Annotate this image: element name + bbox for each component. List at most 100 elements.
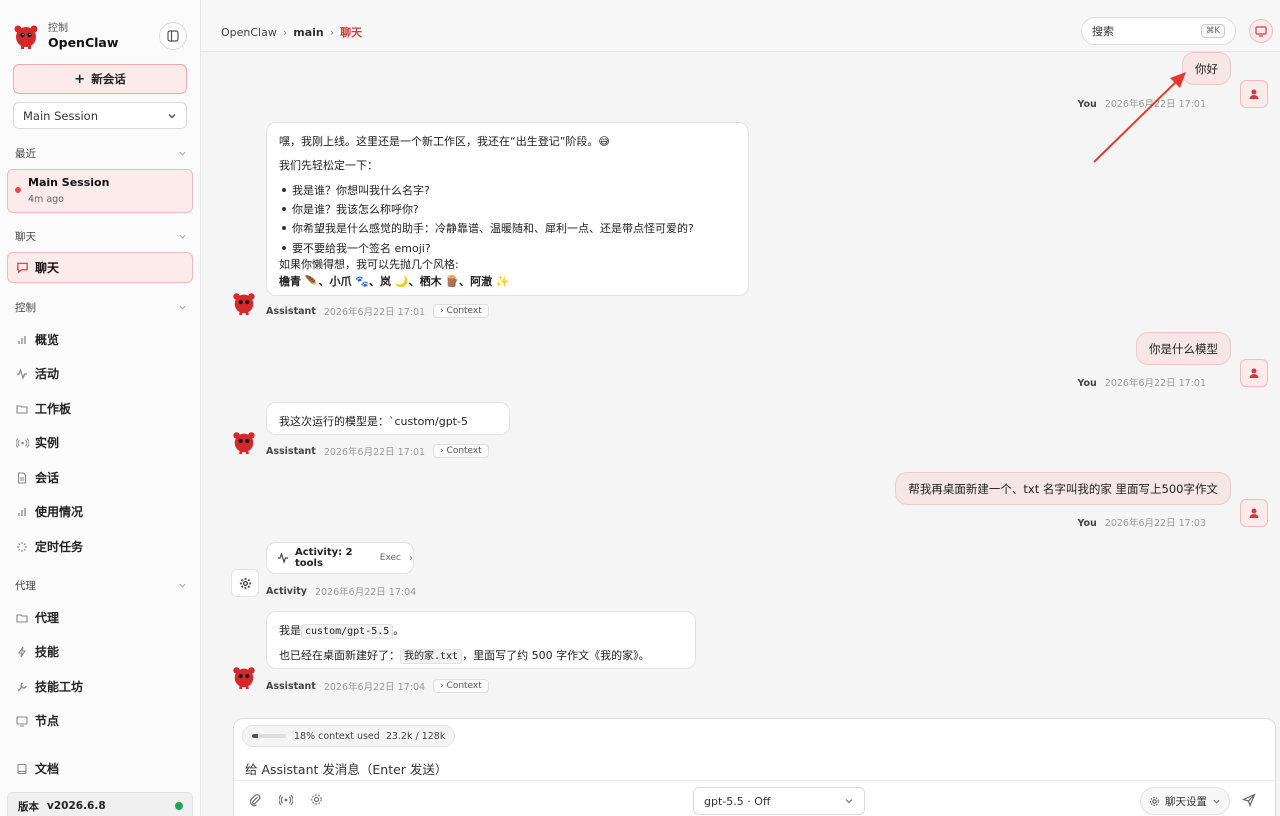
gear-icon bbox=[239, 577, 252, 590]
sidebar-item-docs[interactable]: 文档 bbox=[15, 760, 59, 777]
model-select[interactable]: gpt-5.5 · Off bbox=[693, 787, 865, 815]
monitor-icon bbox=[1255, 25, 1267, 37]
sidebar-item-label: 实例 bbox=[35, 436, 60, 450]
context-button[interactable]: › Context bbox=[433, 444, 489, 458]
agent-section-label: 代理 bbox=[15, 580, 36, 592]
assistant-message: 我是 custom/gpt-5.5。 也已经在桌面新建好了： 我的家.txt ，里面写… bbox=[266, 611, 696, 669]
composer-divider bbox=[234, 780, 1277, 781]
openclaw-logo-icon bbox=[231, 664, 257, 690]
message-line: 我是 custom/gpt-5.5。 bbox=[279, 622, 404, 639]
message-input[interactable]: 给 Assistant 发消息（Enter 发送） bbox=[245, 759, 447, 778]
breadcrumb-item[interactable]: main bbox=[293, 26, 324, 39]
context-label: Context bbox=[446, 446, 482, 456]
broadcast-icon[interactable] bbox=[279, 793, 295, 809]
sidebar-item-label: 代理 bbox=[35, 611, 60, 625]
context-label: Context bbox=[446, 681, 482, 691]
sidebar-item-overview[interactable]: 概览 bbox=[15, 331, 59, 348]
session-select-value: Main Session bbox=[23, 108, 98, 123]
list-item: 你是谁？我该怎么称呼你? bbox=[282, 203, 419, 216]
assistant-avatar bbox=[230, 289, 258, 317]
chat-section-header[interactable]: 聊天 bbox=[15, 229, 187, 244]
search-input[interactable]: 搜索 ⌘K bbox=[1081, 17, 1236, 45]
sidebar-item-label: 技能 bbox=[35, 645, 60, 659]
new-chat-label: 新会话 bbox=[91, 72, 126, 86]
message-meta: Activity 2026年6月22日 17:04 bbox=[266, 584, 416, 599]
control-section-header[interactable]: 控制 bbox=[15, 300, 187, 315]
sidebar-item-skills[interactable]: 技能 bbox=[15, 643, 59, 660]
wrench-icon bbox=[15, 680, 29, 694]
openclaw-logo-icon bbox=[12, 22, 40, 50]
lightning-icon bbox=[15, 645, 29, 659]
brand-subtitle: 控制 bbox=[48, 23, 68, 34]
book-icon bbox=[15, 762, 29, 776]
breadcrumb: OpenClaw › main › 聊天 bbox=[221, 24, 362, 40]
user-avatar bbox=[1240, 359, 1268, 387]
sidebar-item-instances[interactable]: 实例 bbox=[15, 434, 59, 451]
context-button[interactable]: › Context bbox=[433, 304, 489, 318]
message-author: You bbox=[1077, 518, 1097, 529]
list-item: 你希望我是什么感觉的助手：冷静靠谱、温暖随和、犀利一点、还是带点怪可爱的? bbox=[282, 222, 694, 235]
sidebar-item-label: 文档 bbox=[35, 762, 60, 776]
control-section-label: 控制 bbox=[15, 302, 36, 314]
agent-section-header[interactable]: 代理 bbox=[15, 578, 187, 593]
display-button[interactable] bbox=[1249, 19, 1273, 43]
version-value: v2026.6.8 bbox=[47, 800, 106, 812]
list-item: 要不要给我一个签名 emoji? bbox=[282, 242, 431, 255]
recent-section-label: 最近 bbox=[15, 148, 36, 160]
chat-settings-button[interactable]: 聊天设置 bbox=[1140, 787, 1230, 815]
recent-session-item[interactable]: Main Session 4m ago bbox=[7, 169, 193, 213]
sidebar-item-nodes[interactable]: 节点 bbox=[15, 712, 59, 729]
context-usage-indicator[interactable]: 18% context used 23.2k / 128k bbox=[242, 725, 456, 747]
message-line: 也已经在桌面新建好了： 我的家.txt ，里面写了约 500 字作文《我的家》。 bbox=[279, 647, 650, 664]
sidebar-item-scheduled-tasks[interactable]: 定时任务 bbox=[15, 538, 83, 555]
new-chat-button[interactable]: + 新会话 bbox=[13, 64, 187, 94]
version-badge: 版本 v2026.6.8 bbox=[7, 792, 193, 816]
chevron-down-icon bbox=[178, 232, 187, 241]
session-select[interactable]: Main Session bbox=[13, 102, 187, 129]
brand[interactable]: 控制 OpenClaw bbox=[12, 22, 118, 50]
send-icon[interactable] bbox=[1242, 793, 1260, 811]
breadcrumb-item[interactable]: OpenClaw bbox=[221, 26, 277, 39]
broadcast-icon bbox=[15, 436, 29, 450]
sidebar-item-usage[interactable]: 使用情况 bbox=[15, 503, 83, 520]
sidebar-item-label: 节点 bbox=[35, 714, 60, 728]
inline-code: custom/gpt-5.5 bbox=[301, 624, 394, 639]
message-meta: You 2026年6月22日 17:01 bbox=[1077, 375, 1206, 389]
message-line: 我们先轻松定一下： bbox=[279, 159, 378, 172]
activity-card[interactable]: Activity: 2 tools Exec › bbox=[266, 542, 414, 574]
topbar: OpenClaw › main › 聊天 搜索 ⌘K bbox=[201, 0, 1280, 52]
context-button[interactable]: › Context bbox=[433, 679, 489, 693]
message-time: 2026年6月22日 17:04 bbox=[323, 682, 426, 693]
activity-avatar bbox=[231, 569, 259, 597]
gear-icon[interactable] bbox=[310, 793, 326, 809]
message-time: 2026年6月22日 17:01 bbox=[323, 307, 426, 318]
message-line: 如果你懒得想，我可以先抛几个风格: bbox=[279, 258, 459, 271]
user-icon bbox=[1248, 88, 1260, 100]
loader-icon bbox=[15, 540, 29, 554]
collapse-sidebar-button[interactable] bbox=[159, 22, 187, 50]
sidebar-item-chat[interactable]: 聊天 bbox=[7, 252, 193, 283]
recent-section-header[interactable]: 最近 bbox=[15, 146, 187, 161]
token-count: 23.2k / 128k bbox=[385, 730, 446, 742]
bar-chart-icon bbox=[15, 505, 29, 519]
sidebar-item-skill-workshop[interactable]: 技能工坊 bbox=[15, 678, 83, 695]
message-text: 你好 bbox=[1195, 61, 1218, 76]
sidebar-item-workboard[interactable]: 工作板 bbox=[15, 400, 71, 417]
sidebar-item-agents[interactable]: 代理 bbox=[15, 609, 59, 626]
sidebar-item-label: 活动 bbox=[35, 367, 60, 381]
sidebar-item-sessions[interactable]: 会话 bbox=[15, 469, 59, 486]
sidebar-item-activity[interactable]: 活动 bbox=[15, 365, 59, 382]
user-message: 帮我再桌面新建一个、txt 名字叫我的家 里面写上500字作文 bbox=[895, 472, 1231, 505]
message-meta: Assistant 2026年6月22日 17:04 › Context bbox=[266, 679, 489, 693]
folder-icon bbox=[15, 611, 29, 625]
search-shortcut: ⌘K bbox=[1200, 24, 1225, 38]
activity-tag: Exec bbox=[379, 553, 401, 563]
search-placeholder: 搜索 bbox=[1092, 25, 1114, 38]
sidebar-item-label: 工作板 bbox=[35, 402, 72, 416]
message-text: 我是 bbox=[279, 624, 301, 637]
breadcrumb-separator-icon: › bbox=[282, 25, 288, 39]
active-dot-icon bbox=[15, 187, 21, 193]
paperclip-icon[interactable] bbox=[248, 793, 264, 809]
chevron-right-icon: › bbox=[409, 552, 413, 564]
chevron-down-icon bbox=[178, 581, 187, 590]
